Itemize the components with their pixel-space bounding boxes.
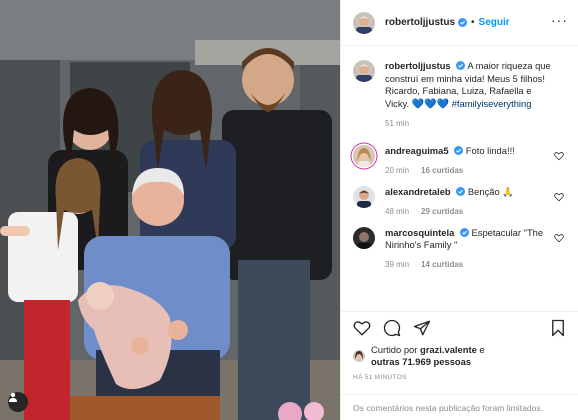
caption-meta: 51 min xyxy=(385,119,551,128)
post-photo[interactable] xyxy=(0,0,340,420)
action-bar xyxy=(341,312,578,344)
like-comment-heart-icon[interactable] xyxy=(554,233,564,243)
comment-item: marcosquintela Espetacular "The Nirinho'… xyxy=(353,226,566,269)
comment-likes[interactable]: 29 curtidas xyxy=(421,207,463,216)
verified-badge-icon xyxy=(459,227,469,237)
comment-likes[interactable]: 14 curtidas xyxy=(421,260,463,269)
separator-dot: • xyxy=(471,17,475,28)
blue-heart-emojis: 💙💙💙 xyxy=(411,98,450,110)
liker-username[interactable]: grazi.valente xyxy=(420,344,477,355)
author-avatar[interactable] xyxy=(353,11,375,34)
comment-age[interactable]: 39 min xyxy=(385,260,409,269)
comment-bubble-icon[interactable] xyxy=(383,319,401,337)
verified-badge-icon xyxy=(458,18,468,27)
comment-username[interactable]: andreaguima5 xyxy=(385,145,449,156)
ellipsis-icon[interactable]: ··· xyxy=(551,13,568,31)
instagram-post: robertoljjustus • Seguir ··· robertoljju… xyxy=(0,0,578,420)
comment-age[interactable]: 48 min xyxy=(385,207,409,216)
caption-hashtag[interactable]: #familyiseverything xyxy=(452,98,532,109)
person-icon xyxy=(9,392,17,402)
follow-button[interactable]: Seguir xyxy=(479,17,510,28)
comment-meta: 20 min 16 curtidas xyxy=(385,166,551,175)
comments-list: robertoljjustus A maior riqueza que cons… xyxy=(341,46,578,312)
like-heart-icon[interactable] xyxy=(353,319,371,337)
verified-badge-icon xyxy=(456,186,466,196)
comment-meta: 48 min 29 curtidas xyxy=(385,207,551,216)
family-photo-illustration xyxy=(0,0,340,420)
liker-avatar[interactable] xyxy=(353,350,365,362)
comment-meta: 39 min 14 curtidas xyxy=(385,260,551,269)
comment-item: alexandretaleb Benção 🙏 48 min 29 curtida… xyxy=(353,185,566,216)
comments-limited-notice: Os comentários nesta publicação foram li… xyxy=(341,394,578,420)
verified-badge-icon xyxy=(456,61,466,70)
commenter-avatar[interactable] xyxy=(353,226,375,249)
likes-summary: Curtido por grazi.valente e outras 71.96… xyxy=(341,344,578,368)
like-comment-heart-icon[interactable] xyxy=(554,192,564,202)
caption-avatar[interactable] xyxy=(353,60,375,82)
comment-username[interactable]: alexandretaleb xyxy=(385,186,451,197)
post-details-panel: robertoljjustus • Seguir ··· robertoljju… xyxy=(340,0,578,420)
comment-text: Foto linda!!! xyxy=(465,145,515,157)
comment-text: Benção 🙏 xyxy=(467,185,514,197)
author-username[interactable]: robertoljjustus xyxy=(385,17,455,28)
comment-likes[interactable]: 16 curtidas xyxy=(421,166,463,175)
save-bookmark-icon[interactable] xyxy=(549,319,567,337)
post-timestamp[interactable]: HÁ 51 MINUTOS xyxy=(341,368,578,381)
post-header: robertoljjustus • Seguir ··· xyxy=(341,0,578,46)
likes-connector: e xyxy=(479,344,485,355)
comment-age[interactable]: 20 min xyxy=(385,166,409,175)
tagged-users-button[interactable] xyxy=(8,392,28,412)
comment-username[interactable]: marcosquintela xyxy=(385,227,454,238)
likes-prefix: Curtido por xyxy=(371,344,418,355)
post-actions-section: Curtido por grazi.valente e outras 71.96… xyxy=(341,311,578,381)
like-comment-heart-icon[interactable] xyxy=(554,151,564,161)
caption-username[interactable]: robertoljjustus xyxy=(385,60,451,71)
share-paper-plane-icon[interactable] xyxy=(413,319,431,337)
caption-age[interactable]: 51 min xyxy=(385,119,409,128)
likes-count[interactable]: outras 71.969 pessoas xyxy=(371,356,471,367)
verified-badge-icon xyxy=(454,146,464,156)
caption: robertoljjustus A maior riqueza que cons… xyxy=(353,60,566,128)
comment-item: andreaguima5 Foto linda!!! 20 min 16 curt… xyxy=(353,145,566,175)
commenter-avatar[interactable] xyxy=(353,145,375,168)
commenter-avatar[interactable] xyxy=(353,185,375,208)
